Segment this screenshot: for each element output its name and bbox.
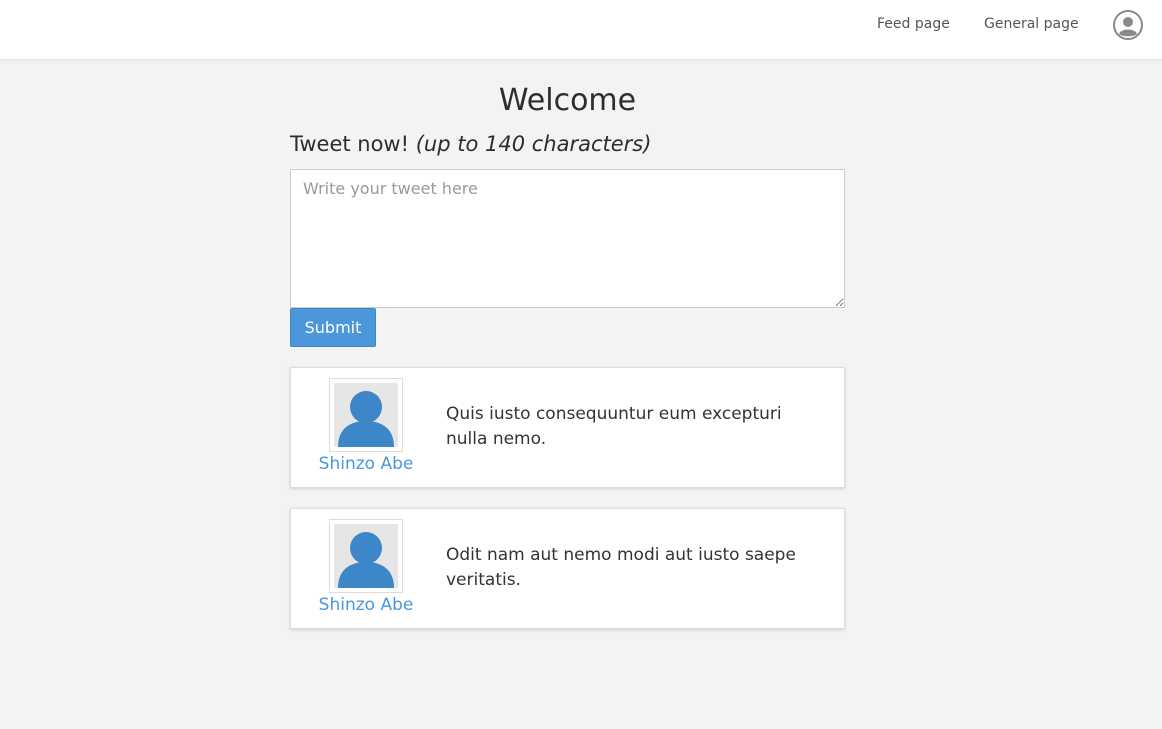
- tweet-text: Odit nam aut nemo modi aut iusto saepe v…: [446, 545, 796, 590]
- tweet-card: Shinzo Abe Quis iusto consequuntur eum e…: [290, 367, 845, 488]
- submit-button[interactable]: Submit: [290, 308, 376, 347]
- tweet-input[interactable]: [290, 169, 845, 308]
- page-title: Welcome: [498, 83, 637, 118]
- tweet-author-link[interactable]: Shinzo Abe: [291, 454, 441, 474]
- user-avatar-icon: [334, 524, 398, 588]
- user-circle-icon[interactable]: [1113, 10, 1143, 40]
- tweet-heading-label: Tweet now!: [290, 132, 410, 156]
- nav-link-general-page[interactable]: General page: [984, 15, 1079, 33]
- nav-link-feed-page[interactable]: Feed page: [877, 15, 950, 33]
- tweet-author-link[interactable]: Shinzo Abe: [291, 595, 441, 615]
- tweet-text: Quis iusto consequuntur eum excepturi nu…: [446, 404, 782, 449]
- tweet-card: Shinzo Abe Odit nam aut nemo modi aut iu…: [290, 508, 845, 629]
- avatar: [329, 519, 403, 593]
- tweet-limit-note: (up to 140 characters): [415, 132, 652, 156]
- user-avatar-icon: [334, 383, 398, 447]
- tweet-heading: Tweet now! (up to 140 characters): [290, 130, 651, 158]
- top-navbar: Feed page General page: [0, 0, 1162, 60]
- avatar: [329, 378, 403, 452]
